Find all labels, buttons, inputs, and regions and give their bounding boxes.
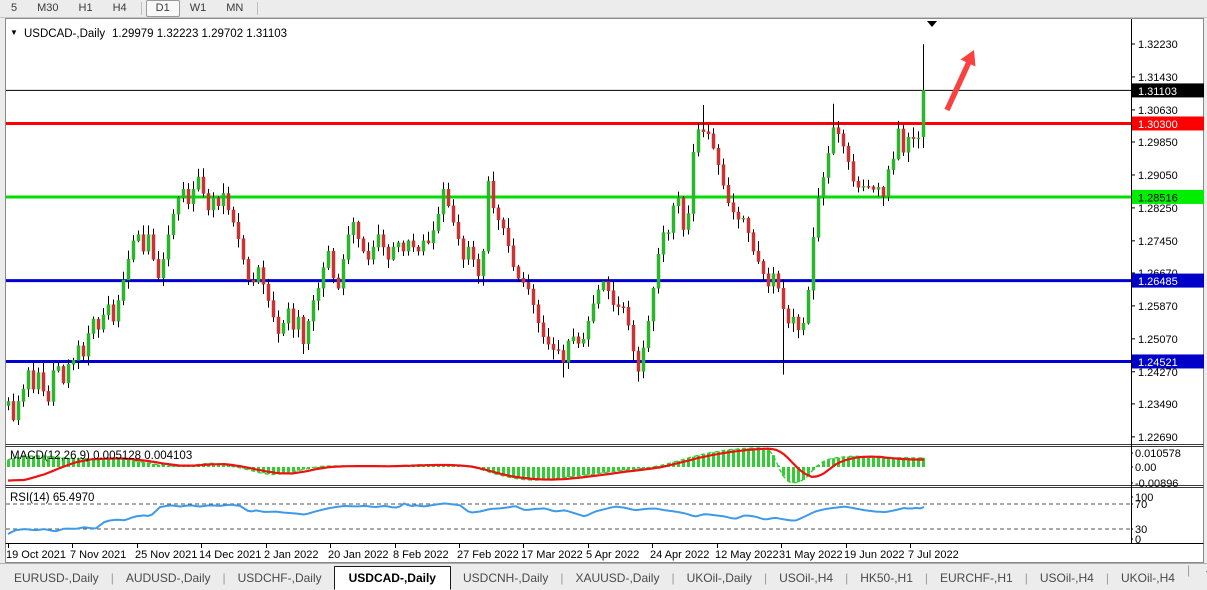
price-axis-label: 1.22690 <box>1138 432 1178 444</box>
time-axis-label: 20 Jan 2022 <box>328 549 389 561</box>
price-badge-current-price: 1.31103 <box>1132 83 1204 98</box>
tab-usdcad-daily[interactable]: USDCAD-,Daily <box>334 566 451 590</box>
tab-ukoil-daily[interactable]: UKOil-,Daily <box>675 567 764 590</box>
tab-usoil-h4[interactable]: USOil-,H4 <box>1028 567 1106 590</box>
tab-usdcnh-daily[interactable]: USDCNH-,Daily <box>451 567 560 590</box>
price-axis-label: 1.23490 <box>1138 399 1178 411</box>
timeframe-button-5[interactable]: 5 <box>1 0 27 17</box>
price-axis-label: 1.25070 <box>1138 334 1178 346</box>
time-axis-label: 12 May 2022 <box>715 549 779 561</box>
macd-indicator-label: MACD(12,26,9) 0.005128 0.004103 <box>10 450 192 462</box>
price-axis-label: 1.31430 <box>1138 72 1178 84</box>
timeframe-button-MN[interactable]: MN <box>216 0 253 17</box>
price-badge-support-blue-upper: 1.26485 <box>1132 274 1204 289</box>
price-badge-support-green: 1.28516 <box>1132 190 1204 205</box>
time-axis-label: 19 Jun 2022 <box>844 549 905 561</box>
price-badge-resistance-red: 1.30300 <box>1132 116 1204 131</box>
tab-audusd-daily[interactable]: AUDUSD-,Daily <box>114 567 223 590</box>
price-axis-label: 1.32230 <box>1138 39 1178 51</box>
tab-usoil-h4[interactable]: USOil-,H4 <box>767 567 845 590</box>
chart-title-ohlc: 1.29979 1.32223 1.29702 1.31103 <box>112 28 287 40</box>
rsi-indicator-label: RSI(14) 65.4970 <box>10 492 94 504</box>
macd-axis-label: -0.00896 <box>1135 478 1178 490</box>
price-badge-support-blue-lower: 1.24521 <box>1132 354 1204 369</box>
tab-hk50-h1[interactable]: HK50-,H1 <box>848 567 925 590</box>
svg-text:1.24521: 1.24521 <box>1138 357 1178 369</box>
time-axis-label: 14 Dec 2021 <box>199 549 261 561</box>
macd-axis-label: 0.00 <box>1135 462 1156 474</box>
svg-text:1.28516: 1.28516 <box>1138 192 1178 204</box>
price-axis-label: 1.27450 <box>1138 236 1178 248</box>
tab-xauusd-daily[interactable]: XAUUSD-,Daily <box>563 567 671 590</box>
time-axis-label: 5 Apr 2022 <box>586 549 639 561</box>
tab-eurchf-h1[interactable]: EURCHF-,H1 <box>928 567 1025 590</box>
chart-canvas: 1.32230 1.31430 1.30630 1.29850 1.29050 1.282… <box>0 0 1207 563</box>
timeframe-button-W1[interactable]: W1 <box>180 0 217 17</box>
timeframe-button-H4[interactable]: H4 <box>103 0 137 17</box>
timeframe-button-D1[interactable]: D1 <box>146 0 180 17</box>
chart-menu-triangle-icon[interactable]: ▼ <box>10 28 18 37</box>
time-axis-label: 24 Apr 2022 <box>650 549 709 561</box>
chart-title-symbol: USDCAD-,Daily <box>24 28 105 40</box>
timeframe-button-M30[interactable]: M30 <box>27 0 68 17</box>
price-axis-label: 1.29850 <box>1138 137 1178 149</box>
time-axis-label: 7 Jul 2022 <box>908 549 959 561</box>
price-axis-label: 1.28250 <box>1138 203 1178 215</box>
tab-eurusd-daily[interactable]: EURUSD-,Daily <box>2 567 111 590</box>
time-axis-label: 25 Nov 2021 <box>135 549 197 561</box>
chart-window-frame <box>6 19 1204 563</box>
time-axis-label: 31 May 2022 <box>779 549 843 561</box>
toolbar-separator <box>257 2 258 15</box>
macd-axis-label: 0.010578 <box>1135 448 1181 460</box>
tab-usdchf-daily[interactable]: USDCHF-,Daily <box>226 567 334 590</box>
time-axis-label: 19 Oct 2021 <box>6 549 66 561</box>
time-axis-label: 27 Feb 2022 <box>457 549 519 561</box>
timeframe-toolbar: 5M30H1H4 D1W1MN <box>0 0 1207 18</box>
time-axis-label: 8 Feb 2022 <box>393 549 449 561</box>
price-axis-label: 1.30630 <box>1138 105 1178 117</box>
time-axis-label: 17 Mar 2022 <box>521 549 583 561</box>
svg-text:1.30300: 1.30300 <box>1138 119 1178 131</box>
rsi-axis-label: 0 <box>1135 534 1141 546</box>
price-axis-label: 1.29050 <box>1138 170 1178 182</box>
toolbar-separator <box>141 2 142 15</box>
svg-text:1.26485: 1.26485 <box>1138 276 1178 288</box>
price-axis-label: 1.25870 <box>1138 301 1178 313</box>
rsi-axis-label: 70 <box>1135 499 1147 511</box>
time-axis-label: 7 Nov 2021 <box>70 549 126 561</box>
chart-tab-bar: EURUSD-,Daily|AUDUSD-,Daily|USDCHF-,Dail… <box>0 563 1207 590</box>
svg-text:1.31103: 1.31103 <box>1138 86 1177 98</box>
time-axis-label: 2 Jan 2022 <box>264 549 318 561</box>
timeframe-button-H1[interactable]: H1 <box>69 0 103 17</box>
tab-ukoil-h4[interactable]: UKOil-,H4 <box>1109 567 1187 590</box>
